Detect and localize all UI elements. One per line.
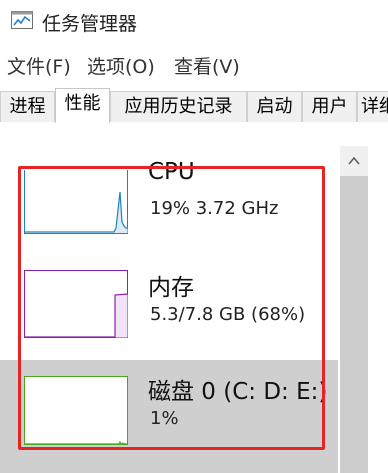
menu-file[interactable]: 文件(F)	[7, 52, 71, 79]
title-bar: 任务管理器	[0, 0, 388, 44]
scrollbar-thumb[interactable]	[340, 176, 368, 473]
task-manager-icon	[11, 11, 33, 29]
tab-users[interactable]: 用户	[302, 91, 357, 122]
tab-startup[interactable]: 启动	[247, 91, 302, 122]
tab-app-history[interactable]: 应用历史记录	[110, 91, 247, 122]
menu-view[interactable]: 查看(V)	[174, 52, 240, 79]
tab-processes[interactable]: 进程	[0, 91, 55, 122]
tab-performance[interactable]: 性能	[55, 88, 110, 123]
menu-bar: 文件(F) 选项(O) 查看(V)	[0, 48, 388, 82]
highlight-annotation	[18, 166, 325, 450]
scroll-up-arrow-icon[interactable]	[340, 146, 368, 176]
menu-options[interactable]: 选项(O)	[87, 52, 155, 79]
tab-details[interactable]: 详细	[357, 91, 388, 122]
vertical-scrollbar[interactable]	[340, 146, 368, 473]
window-title: 任务管理器	[42, 13, 138, 35]
tab-strip: 进程 性能 应用历史记录 启动 用户 详细	[0, 88, 388, 123]
